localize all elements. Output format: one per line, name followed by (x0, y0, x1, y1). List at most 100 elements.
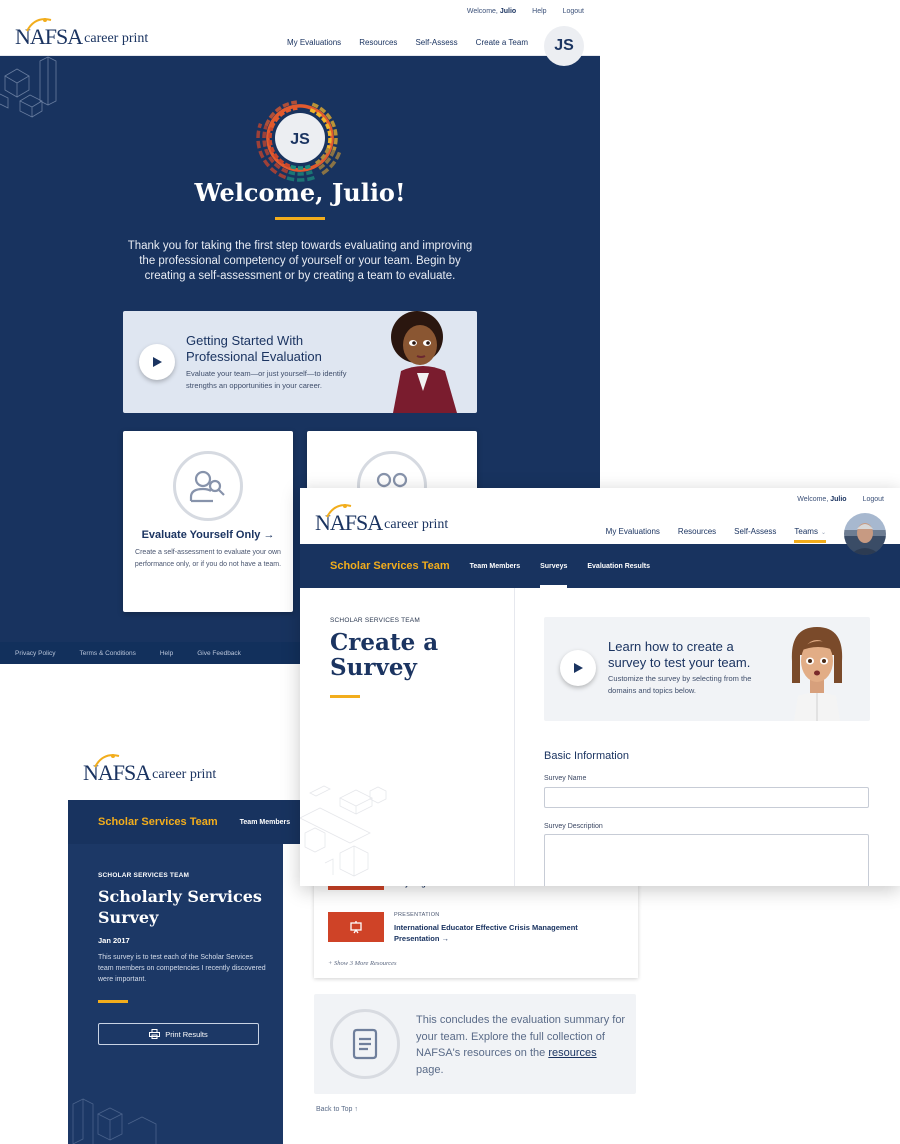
getting-started-video[interactable]: Getting Started With Professional Evalua… (123, 311, 477, 413)
footer-privacy-policy[interactable]: Privacy Policy (15, 650, 55, 657)
tab-evaluation-results[interactable]: Evaluation Results (587, 544, 650, 588)
main-nav: My Evaluations Resources Self-Assess Tea… (606, 527, 826, 543)
avatar-initials: JS (290, 131, 310, 148)
document-icon (352, 1028, 378, 1060)
survey-description: This survey is to test each of the Schol… (98, 954, 266, 983)
print-results-label: Print Results (165, 1029, 208, 1039)
footer-help[interactable]: Help (160, 650, 173, 657)
team-name[interactable]: Scholar Services Team (330, 560, 450, 572)
nav-self-assess[interactable]: Self-Assess (415, 38, 457, 47)
video-title: Getting Started With Professional Evalua… (186, 333, 322, 364)
survey-name-input[interactable] (544, 787, 869, 808)
ring-segment (326, 144, 331, 149)
presenter-illustration-icon (391, 311, 457, 413)
city-illustration-icon (300, 785, 387, 877)
ring-segment (292, 106, 298, 111)
printer-icon (149, 1029, 161, 1039)
welcome-user: Welcome, Julio (797, 496, 847, 503)
nav-my-evaluations[interactable]: My Evaluations (287, 38, 341, 47)
nav-teams[interactable]: Teams ⌄ (794, 527, 826, 543)
resources-link[interactable]: resources (548, 1047, 596, 1059)
evaluate-yourself-card[interactable]: Evaluate Yourself Only → Create a self-a… (123, 431, 293, 612)
ring-segment (314, 158, 322, 165)
ring-segment (282, 102, 290, 108)
survey-date: Jan 2017 (98, 936, 130, 945)
team-name[interactable]: Scholar Services Team (98, 816, 218, 828)
ring-segment (262, 140, 267, 148)
ring-segment (311, 102, 319, 109)
nafsa-logo[interactable]: NAFSA career print (315, 504, 448, 534)
city-illustration-icon (72, 1098, 157, 1144)
nafsa-logo[interactable]: NAFSA career print (83, 754, 216, 784)
back-to-top-link[interactable]: Back to Top ↑ (316, 1106, 358, 1113)
play-button[interactable] (560, 650, 596, 686)
ring-segment (278, 172, 287, 180)
document-icon-circle (330, 1009, 400, 1079)
logout-link[interactable]: Logout (563, 8, 584, 15)
create-survey-screen: NAFSA career print Welcome, Julio Logout… (300, 488, 900, 886)
ring-segment (320, 116, 327, 124)
survey-title: Scholarly Services Survey (98, 887, 262, 927)
footer-give-feedback[interactable]: Give Feedback (197, 650, 241, 657)
user-search-icon (189, 470, 225, 503)
resource-title[interactable]: International Educator Effective Crisis … (394, 922, 614, 944)
tab-team-members[interactable]: Team Members (240, 819, 290, 826)
nafsa-logo[interactable]: NAFSA career print (15, 18, 149, 48)
nav-my-evaluations[interactable]: My Evaluations (606, 527, 660, 543)
logout-link[interactable]: Logout (863, 496, 884, 503)
nav-create-team[interactable]: Create a Team (476, 38, 528, 47)
ring-segment (290, 100, 298, 105)
video-title: Learn how to create a survey to test you… (608, 639, 751, 670)
title-underline (330, 695, 360, 698)
ring-segment (263, 125, 268, 130)
resource-thumbnail[interactable] (328, 912, 384, 942)
welcome-user: Welcome, Julio (466, 8, 517, 15)
ring-segment (320, 153, 327, 161)
ring-segment (278, 111, 286, 118)
user-avatar[interactable]: JS (544, 26, 584, 66)
tab-team-members[interactable]: Team Members (470, 544, 520, 588)
ring-segment (334, 151, 342, 160)
show-more-resources-link[interactable]: + Show 3 More Resources (328, 960, 397, 967)
survey-name-label: Survey Name (544, 775, 587, 782)
resource-type: PRESENTATION (394, 912, 440, 918)
eyebrow: SCHOLAR SERVICES TEAM (98, 872, 190, 879)
team-nav: Scholar Services Team Team Members Surve… (300, 544, 900, 588)
ring-segment (332, 146, 337, 151)
card-icon-circle (173, 451, 243, 521)
logo-subtext: career print (84, 31, 149, 47)
ring-segment (290, 164, 297, 170)
ring-segment (284, 162, 291, 168)
nav-self-assess[interactable]: Self-Assess (734, 527, 776, 543)
ring-segment (315, 111, 323, 118)
survey-description-label: Survey Description (544, 823, 603, 830)
tab-surveys[interactable]: Surveys (540, 544, 568, 588)
user-photo-icon (850, 523, 880, 555)
survey-description-textarea[interactable] (544, 834, 869, 886)
play-icon (153, 357, 162, 367)
play-button[interactable] (139, 344, 175, 380)
header: NAFSA career print Welcome, Julio Help L… (0, 0, 600, 56)
ring-segment (329, 149, 336, 157)
create-survey-video[interactable]: Learn how to create a survey to test you… (544, 617, 870, 721)
ring-segment (327, 130, 332, 137)
ring-segment (264, 119, 271, 127)
ring-segment (258, 150, 265, 159)
eyebrow: SCHOLAR SERVICES TEAM (330, 617, 420, 624)
page-header-column: SCHOLAR SERVICES TEAM Create a Survey (300, 588, 515, 886)
footer-terms[interactable]: Terms & Conditions (79, 650, 135, 657)
nav-resources[interactable]: Resources (359, 38, 397, 47)
video-description: Evaluate your team—or just yourself—to i… (186, 369, 347, 390)
ring-segment (269, 146, 276, 153)
video-description: Customize the survey by selecting from t… (608, 674, 752, 695)
user-avatar-photo[interactable] (844, 513, 886, 555)
ring-segment (304, 164, 311, 170)
help-link[interactable]: Help (532, 8, 546, 15)
nav-resources[interactable]: Resources (678, 527, 716, 543)
ring-segment (269, 127, 274, 132)
print-results-button[interactable]: Print Results (98, 1023, 259, 1045)
chevron-down-icon: ⌄ (820, 530, 826, 536)
ring-segment (324, 123, 331, 130)
ring-segment (330, 120, 336, 128)
ring-segment (321, 167, 330, 176)
